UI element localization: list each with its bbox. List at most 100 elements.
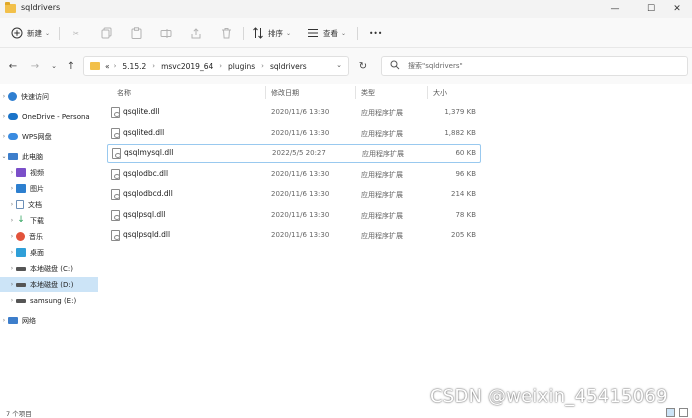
up-button[interactable]: ↑ [64,59,78,73]
chevron-right-icon[interactable]: › [8,265,16,272]
file-row[interactable]: qsqlodbcd.dll 2020/11/6 13:30 应用程序扩展 214… [106,185,480,204]
search-box[interactable]: 搜索"sqldrivers" [381,56,688,76]
column-header-name[interactable]: 名称 [117,88,131,98]
column-header-date[interactable]: 修改日期 [271,88,299,98]
file-row[interactable]: qsqlpsql.dll 2020/11/6 13:30 应用程序扩展 78 K… [106,206,480,225]
chevron-right-icon[interactable]: › [8,249,16,256]
sidebar-item-onedrive[interactable]: › OneDrive - Persona [0,109,98,124]
sidebar-item-drive-e[interactable]: › samsung (E:) [0,293,98,308]
column-header-type[interactable]: 类型 [361,88,375,98]
chevron-down-icon[interactable]: ⌄ [336,61,342,69]
breadcrumb-item[interactable]: 5.15.2 [122,62,146,71]
breadcrumb-item[interactable]: sqldrivers [270,62,307,71]
sidebar-item-desktop[interactable]: › 桌面 [0,245,98,260]
chevron-right-icon[interactable]: › [8,297,16,304]
column-divider[interactable] [265,86,266,99]
chevron-right-icon[interactable]: › [0,317,8,324]
file-date: 2020/11/6 13:30 [271,190,330,198]
file-date: 2020/11/6 13:30 [271,231,330,239]
sort-icon [251,26,265,40]
file-row[interactable]: qsqlodbc.dll 2020/11/6 13:30 应用程序扩展 96 K… [106,165,480,184]
chevron-down-icon[interactable]: ⌄ [0,153,8,160]
view-button[interactable]: 查看 ⌄ [306,25,346,41]
trash-icon [219,26,233,40]
rename-button[interactable] [159,25,173,41]
sidebar-item-wps[interactable]: › WPS网盘 [0,129,98,144]
forward-button[interactable]: → [28,59,42,73]
divider [357,27,358,40]
sidebar-item-label: 视频 [30,168,44,177]
minimize-button[interactable]: — [600,0,630,18]
share-button[interactable] [189,25,203,41]
arrow-up-icon: ↑ [66,60,76,72]
sidebar-item-downloads[interactable]: › ↓ 下载 [0,213,98,228]
pictures-icon [16,184,26,193]
file-size: 205 KB [451,231,476,239]
sort-button[interactable]: 排序 ⌄ [251,25,291,41]
star-icon [8,92,17,101]
column-divider[interactable] [355,86,356,99]
more-options-button[interactable]: ••• [366,25,382,41]
chevron-right-icon[interactable]: › [0,113,8,120]
dll-file-icon [111,210,120,221]
details-view-icon[interactable] [666,408,675,417]
chevron-right-icon[interactable]: › [8,281,16,288]
sidebar-item-drive-c[interactable]: › 本地磁盘 (C:) [0,261,98,276]
sidebar-item-pictures[interactable]: › 图片 [0,181,98,196]
chevron-right-icon[interactable]: › [8,217,16,224]
tiles-view-icon[interactable] [679,408,688,417]
new-button[interactable]: 新建 ⌄ [10,25,50,41]
sidebar-item-documents[interactable]: › 文档 [0,197,98,212]
breadcrumb-overflow[interactable]: « [105,62,110,71]
sidebar-item-label: 音乐 [29,232,43,241]
chevron-right-icon[interactable]: › [8,201,16,208]
recent-locations-button[interactable]: ⌄ [47,59,61,73]
file-name: qsqlited.dll [123,128,165,137]
chevron-right-icon[interactable]: › [0,93,8,100]
file-date: 2022/5/5 20:27 [272,149,326,157]
folder-icon [90,62,100,70]
sidebar-item-network[interactable]: › 网络 [0,313,98,328]
sidebar-item-videos[interactable]: › 视频 [0,165,98,180]
file-row[interactable]: qsqlpsqld.dll 2020/11/6 13:30 应用程序扩展 205… [106,226,480,245]
sidebar-item-drive-d[interactable]: › 本地磁盘 (D:) [0,277,98,292]
cut-button[interactable]: ✂ [69,25,83,41]
file-name: qsqlodbc.dll [123,169,169,178]
dll-file-icon [111,230,120,241]
column-divider[interactable] [427,86,428,99]
address-bar[interactable]: « › 5.15.2 › msvc2019_64 › plugins › sql… [83,56,349,76]
search-icon [390,60,400,72]
breadcrumb-item[interactable]: msvc2019_64 [161,62,213,71]
back-button[interactable]: ← [6,59,20,73]
delete-button[interactable] [219,25,233,41]
close-button[interactable]: ✕ [662,0,692,18]
chevron-right-icon[interactable]: › [8,233,16,240]
share-icon [189,26,203,40]
file-row[interactable]: qsqlite.dll 2020/11/6 13:30 应用程序扩展 1,379… [106,103,480,122]
file-type: 应用程序扩展 [361,171,403,179]
video-icon [16,168,26,177]
file-row-selected[interactable]: qsqlmysql.dll 2022/5/5 20:27 应用程序扩展 60 K… [107,144,481,163]
chevron-right-icon[interactable]: › [8,169,16,176]
sidebar-item-this-pc[interactable]: ⌄ 此电脑 [0,149,98,164]
status-bar: 7 个项目 [0,406,692,418]
sidebar-item-label: 网络 [22,316,36,325]
copy-button[interactable] [99,25,113,41]
breadcrumb-item[interactable]: plugins [228,62,255,71]
sidebar-item-music[interactable]: › 音乐 [0,229,98,244]
scissors-icon: ✂ [72,28,80,38]
dll-file-icon [111,169,120,180]
refresh-button[interactable]: ↻ [353,56,373,76]
dll-file-icon [111,107,120,118]
chevron-right-icon[interactable]: › [0,133,8,140]
chevron-right-icon[interactable]: › [8,185,16,192]
search-input[interactable]: 搜索"sqldrivers" [408,61,463,71]
file-row[interactable]: qsqlited.dll 2020/11/6 13:30 应用程序扩展 1,88… [106,124,480,143]
chevron-right-icon: › [152,62,156,70]
window-title: sqldrivers [21,3,61,12]
file-date: 2020/11/6 13:30 [271,108,330,116]
column-header-size[interactable]: 大小 [433,88,447,98]
file-date: 2020/11/6 13:30 [271,129,330,137]
paste-button[interactable] [129,25,143,41]
sidebar-item-quick-access[interactable]: › 快速访问 [0,89,98,104]
